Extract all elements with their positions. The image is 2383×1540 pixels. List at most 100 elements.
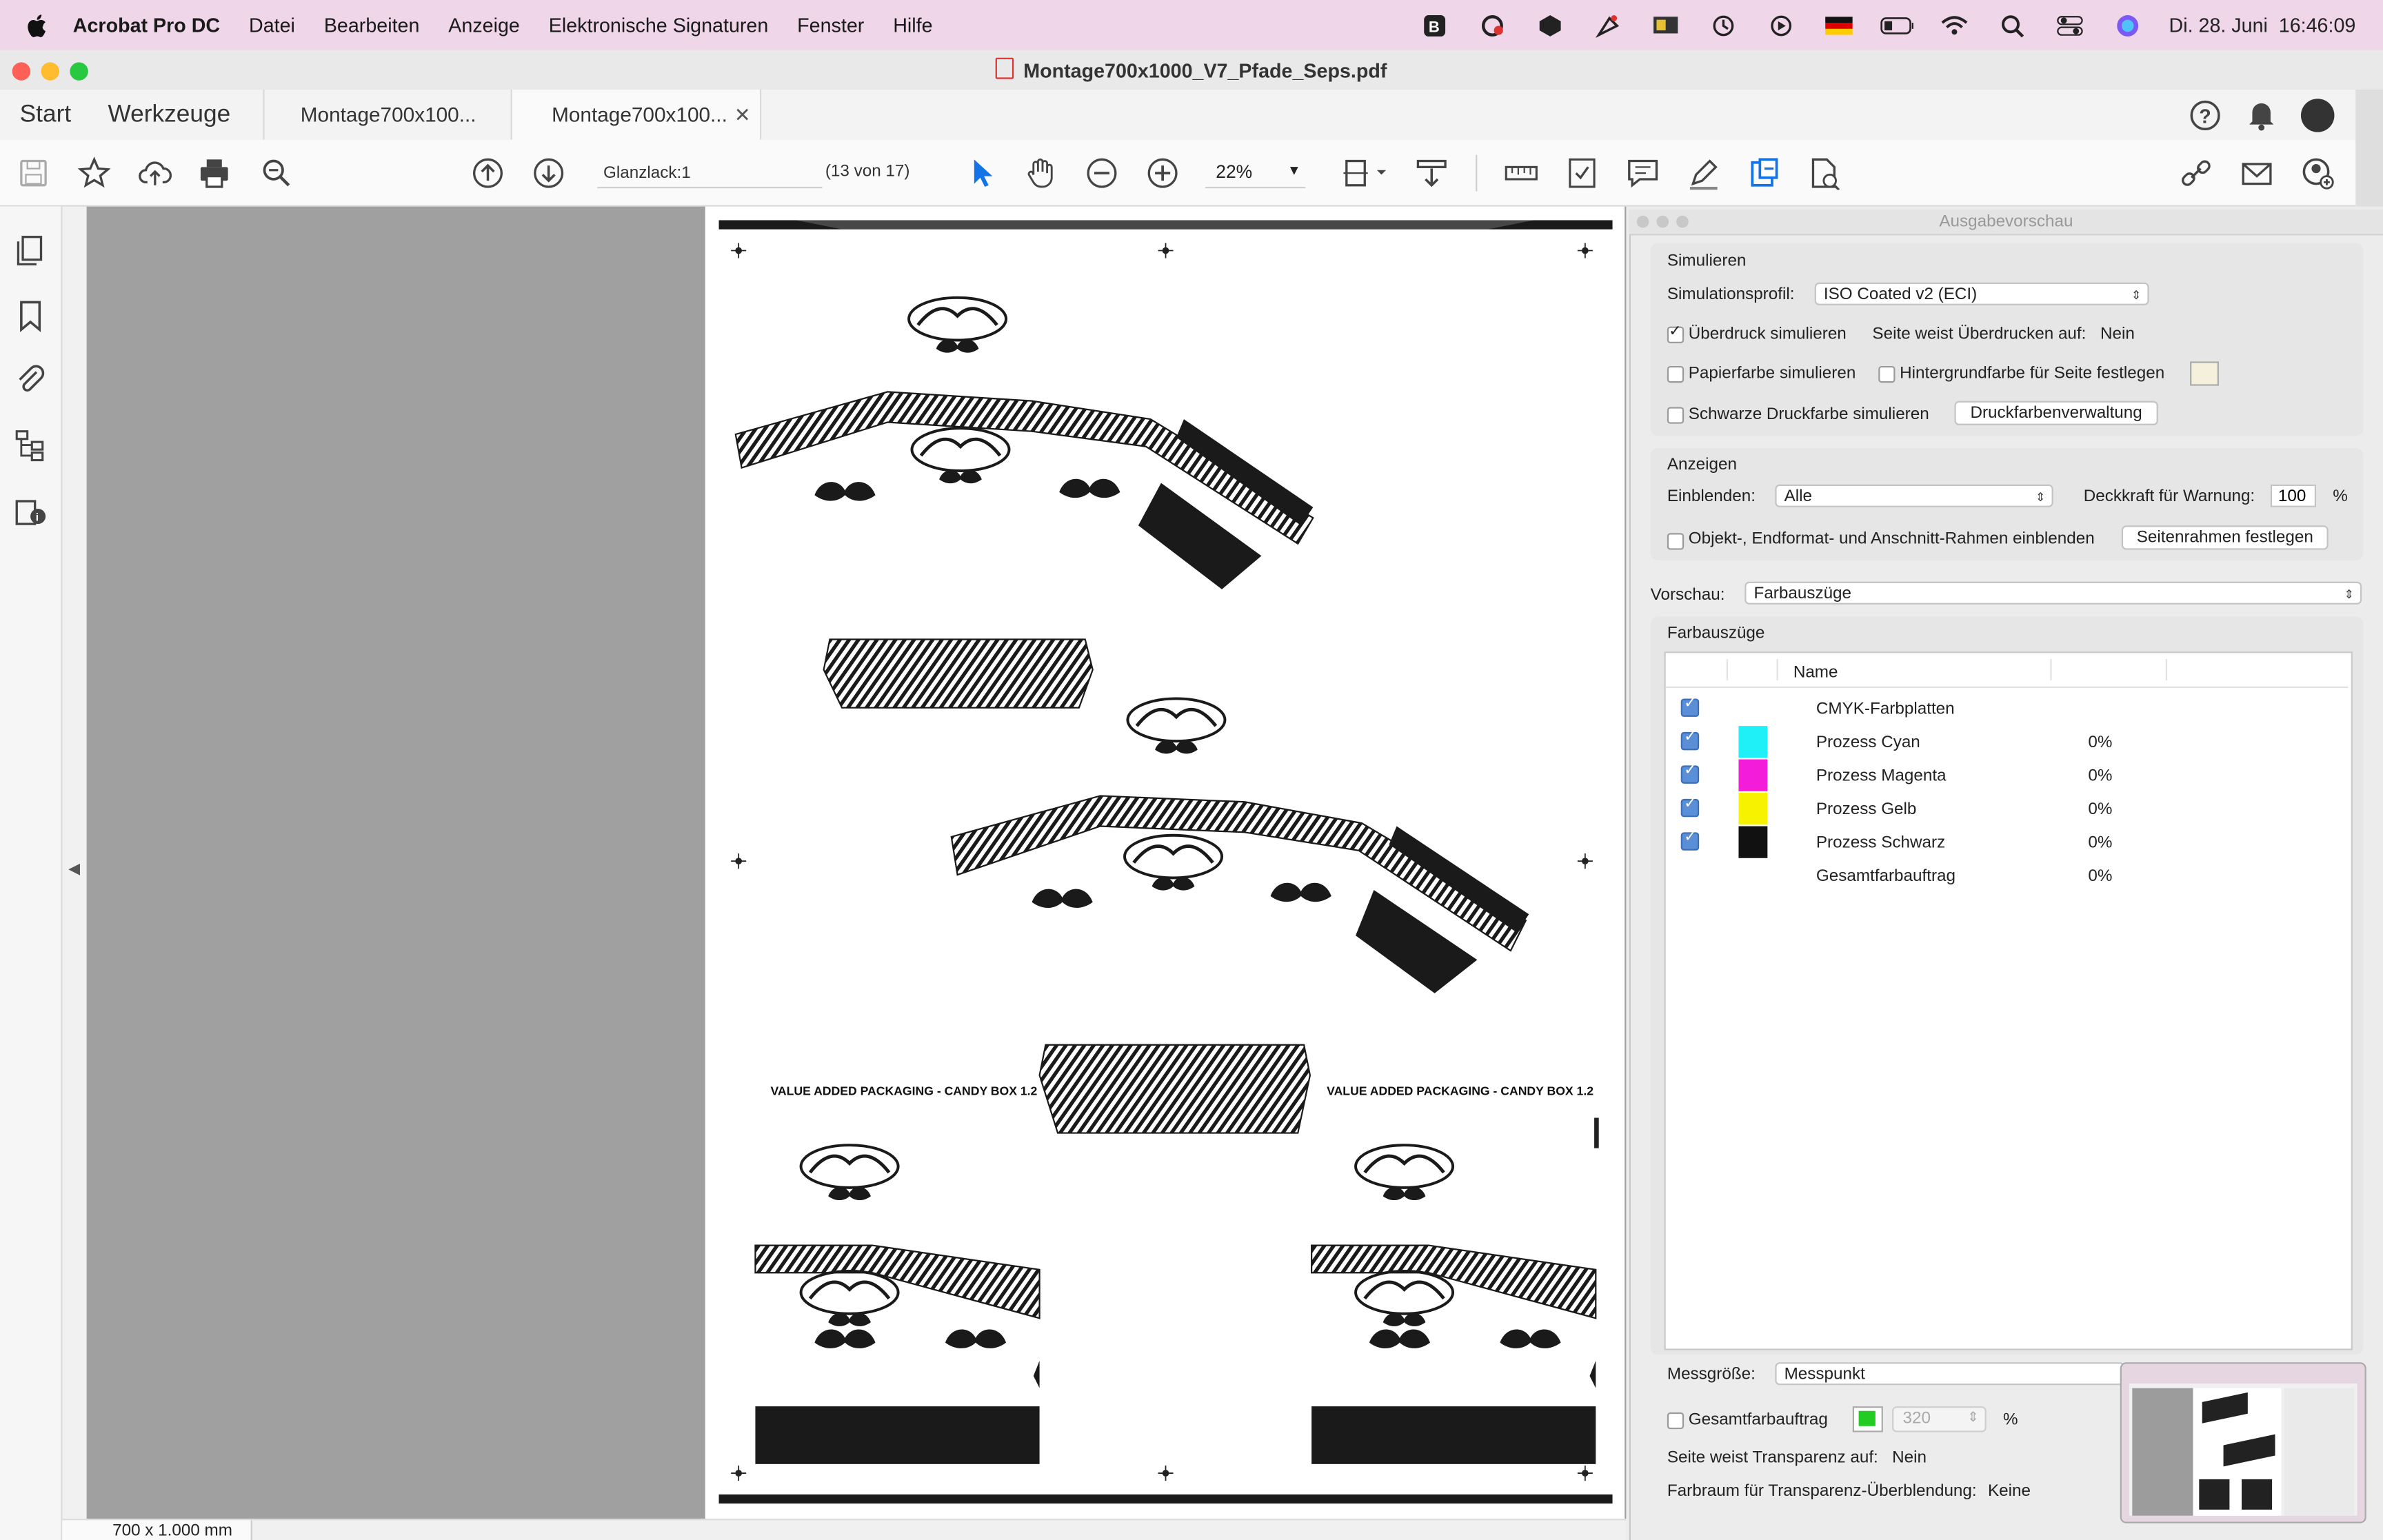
total-ink-unit: % — [2002, 1410, 2018, 1430]
bg-color-checkbox[interactable] — [1878, 365, 1896, 383]
separation-row[interactable]: ✓ Prozess Cyan 0% — [1666, 726, 2349, 759]
panel-zoom-button[interactable] — [1676, 215, 1689, 228]
preview-select[interactable]: Farbauszüge ⇕ — [1744, 581, 2362, 605]
share-link-icon[interactable] — [2178, 155, 2214, 192]
measure-select[interactable]: Messpunkt — [1775, 1362, 2125, 1386]
flag-de-icon[interactable] — [1822, 13, 1856, 37]
screenshot-thumbnail[interactable] — [2120, 1362, 2366, 1523]
frames-checkbox[interactable] — [1667, 533, 1685, 550]
page-overprint-value: Nein — [2100, 325, 2135, 343]
bookmarks-icon[interactable] — [14, 299, 47, 332]
show-select[interactable]: Alle ⇕ — [1775, 484, 2053, 507]
tab-werkzeuge[interactable]: Werkzeuge — [108, 90, 230, 140]
menu-app-name[interactable]: Acrobat Pro DC — [73, 14, 220, 37]
spotlight-search-icon[interactable] — [1995, 13, 2029, 37]
fit-page-icon[interactable] — [1338, 155, 1389, 192]
tab-document-1[interactable]: Montage700x100... — [263, 89, 512, 140]
add-user-icon[interactable] — [2300, 155, 2336, 192]
play-icon[interactable] — [1764, 13, 1798, 37]
control-center-icon[interactable] — [2053, 13, 2087, 37]
save-icon[interactable] — [15, 155, 52, 192]
collapse-arrow-icon[interactable]: ◀ — [68, 861, 80, 878]
pen-app-icon[interactable] — [1591, 13, 1625, 37]
help-icon[interactable]: ? — [2189, 99, 2222, 139]
hex-app-icon[interactable] — [1534, 13, 1567, 37]
zoom-out-icon[interactable] — [1084, 155, 1120, 192]
opacity-input[interactable] — [2270, 484, 2317, 507]
tab-start[interactable]: Start — [20, 90, 71, 140]
siri-icon[interactable] — [2111, 13, 2144, 37]
forms-checkbox-icon[interactable] — [1564, 155, 1600, 192]
separation-row[interactable]: ✓ CMYK-Farbplatten — [1666, 693, 2349, 726]
separation-checkbox[interactable]: ✓ — [1680, 729, 1700, 751]
measure-ruler-icon[interactable] — [1503, 155, 1540, 192]
pdf-page[interactable]: VALUE ADDED PACKAGING - CANDY BOX 1.2 VA… — [705, 206, 1625, 1519]
attachments-paperclip-icon[interactable] — [14, 363, 47, 396]
menu-bearbeiten[interactable]: Bearbeiten — [324, 14, 420, 37]
document-info-icon[interactable] — [1805, 155, 1842, 192]
wifi-icon[interactable] — [1938, 13, 1971, 37]
clock[interactable]: Di. 28. Juni 16:46:09 — [2169, 14, 2356, 37]
checkmark-icon: ✓ — [1684, 762, 1697, 780]
user-avatar[interactable] — [2300, 99, 2335, 132]
cloud-sync-icon[interactable] — [1476, 13, 1509, 37]
menu-datei[interactable]: Datei — [249, 14, 295, 37]
page-layer-field[interactable] — [597, 158, 823, 189]
show-header: Anzeigen — [1667, 455, 1737, 474]
tab-document-2[interactable]: Montage700x100... ✕ — [510, 89, 762, 140]
separation-checkbox[interactable]: ✓ — [1680, 762, 1700, 784]
sim-profile-select[interactable]: ISO Coated v2 (ECI) ⇕ — [1814, 282, 2149, 305]
overprint-checkbox[interactable] — [1667, 323, 1685, 343]
separation-checkbox[interactable]: ✓ — [1680, 829, 1700, 851]
print-icon[interactable] — [196, 155, 232, 192]
separation-row[interactable]: ✓ Prozess Magenta 0% — [1666, 759, 2349, 793]
page-artwork: VALUE ADDED PACKAGING - CANDY BOX 1.2 VA… — [718, 220, 1613, 1504]
bookmark-star-icon[interactable] — [76, 155, 112, 192]
menu-fenster[interactable]: Fenster — [797, 14, 864, 37]
apple-icon[interactable] — [26, 13, 47, 37]
screen-app-icon[interactable] — [1649, 13, 1682, 37]
separation-row[interactable]: ✓ Prozess Schwarz 0% — [1666, 826, 2349, 860]
email-icon[interactable] — [2239, 155, 2275, 192]
panel-minimize-button[interactable] — [1656, 215, 1669, 228]
total-ink-checkbox[interactable] — [1667, 1412, 1685, 1430]
previous-page-icon[interactable] — [470, 155, 506, 192]
separation-row[interactable]: Gesamtfarbauftrag 0% — [1666, 860, 2349, 893]
highlight-pen-icon[interactable] — [1685, 155, 1722, 192]
select-arrow-icon[interactable] — [963, 155, 1000, 192]
scroll-mode-icon[interactable] — [1414, 155, 1450, 192]
content-info-icon[interactable]: i — [14, 494, 47, 527]
separation-row[interactable]: ✓ Prozess Gelb 0% — [1666, 793, 2349, 826]
zoom-in-icon[interactable] — [1145, 155, 1181, 192]
menu-signaturen[interactable]: Elektronische Signaturen — [549, 14, 769, 37]
menu-anzeige[interactable]: Anzeige — [448, 14, 520, 37]
output-preview-icon[interactable] — [1746, 155, 1782, 192]
black-ink-checkbox[interactable] — [1667, 407, 1685, 424]
menu-hilfe[interactable]: Hilfe — [893, 14, 932, 37]
hand-tool-icon[interactable] — [1023, 155, 1059, 192]
separation-checkbox[interactable]: ✓ — [1680, 696, 1700, 717]
total-ink-color-well[interactable] — [1852, 1406, 1883, 1432]
layers-structure-icon[interactable] — [14, 428, 47, 462]
ink-manager-button[interactable]: Druckfarbenverwaltung — [1954, 401, 2158, 425]
column-divider — [2050, 659, 2052, 681]
close-tab-icon[interactable]: ✕ — [734, 103, 751, 127]
comment-icon[interactable] — [1625, 155, 1661, 192]
paper-color-checkbox[interactable] — [1667, 365, 1685, 383]
zoom-dropdown[interactable]: 22% ▼ — [1205, 158, 1306, 189]
battery-icon[interactable] — [1880, 13, 1914, 37]
total-ink-select[interactable]: 320 ⇕ — [1892, 1406, 1987, 1432]
panel-close-button[interactable] — [1636, 215, 1649, 228]
separation-checkbox[interactable]: ✓ — [1680, 796, 1700, 818]
notification-bell-icon[interactable] — [2246, 99, 2277, 139]
separation-value: 0% — [2088, 800, 2113, 819]
zoom-search-icon[interactable] — [259, 155, 295, 192]
time-machine-icon[interactable] — [1707, 13, 1740, 37]
panel-collapse-strip[interactable]: ◀ — [62, 206, 87, 1519]
next-page-icon[interactable] — [530, 155, 567, 192]
bg-color-swatch[interactable] — [2190, 361, 2219, 386]
app-b-icon[interactable]: B — [1418, 13, 1451, 37]
page-frames-button[interactable]: Seitenrahmen festlegen — [2121, 525, 2329, 550]
cloud-upload-icon[interactable] — [137, 155, 173, 192]
page-thumbnails-icon[interactable] — [14, 234, 47, 267]
